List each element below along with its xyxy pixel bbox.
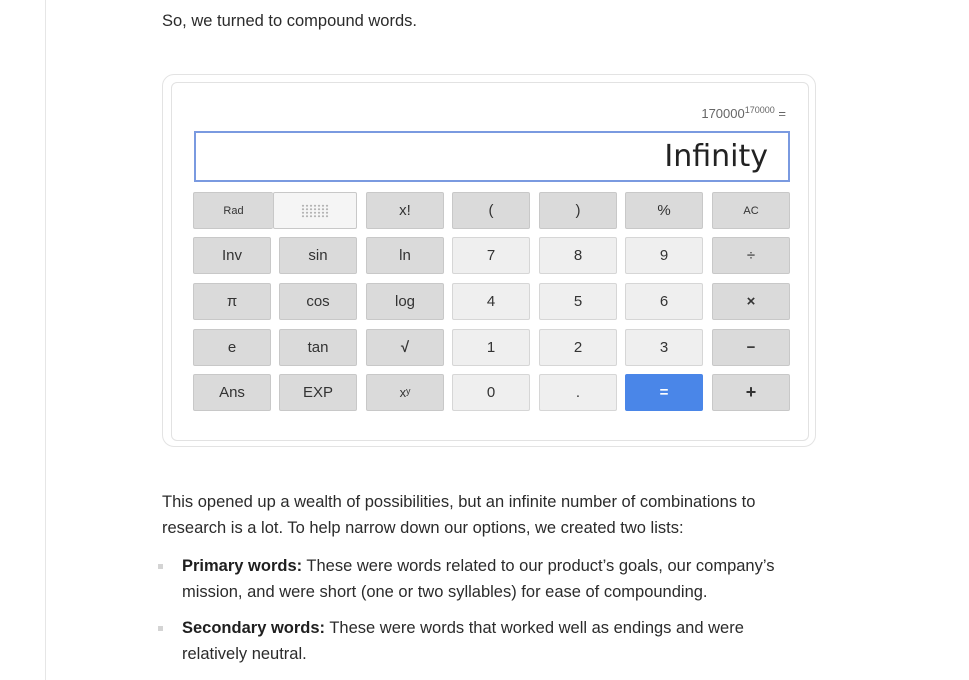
expression-equals: = xyxy=(774,106,786,121)
zero-button[interactable]: 0 xyxy=(452,374,530,411)
list-item: Secondary words: These were words that w… xyxy=(158,615,812,667)
exp-button[interactable]: EXP xyxy=(279,374,357,411)
close-paren-button[interactable]: ) xyxy=(539,192,617,229)
cos-button[interactable]: cos xyxy=(279,283,357,320)
calculator-display[interactable]: Infinity xyxy=(194,131,790,182)
log-button[interactable]: log xyxy=(366,283,444,320)
left-divider xyxy=(45,0,46,680)
expression-exponent: 170000 xyxy=(744,105,775,115)
all-clear-button[interactable]: AC xyxy=(712,192,790,229)
four-button[interactable]: 4 xyxy=(452,283,530,320)
deg-placeholder-icon xyxy=(301,203,329,218)
list-item: Primary words: These were words related … xyxy=(158,553,812,605)
nine-button[interactable]: 9 xyxy=(625,237,703,274)
rad-button[interactable]: Rad xyxy=(193,192,273,229)
deg-button[interactable] xyxy=(273,192,357,229)
article-page: So, we turned to compound words. 1700001… xyxy=(0,0,969,680)
calculator-widget: 170000170000 = Infinity Rad x! ( ) % AC … xyxy=(171,82,809,441)
ans-button[interactable]: Ans xyxy=(193,374,271,411)
factorial-button[interactable]: x! xyxy=(366,192,444,229)
equals-button[interactable]: = xyxy=(625,374,703,411)
plus-button[interactable]: + xyxy=(712,374,790,411)
bullet-icon xyxy=(158,626,163,631)
bullet-icon xyxy=(158,564,163,569)
word-lists: Primary words: These were words related … xyxy=(158,553,812,677)
power-button[interactable]: xʸ xyxy=(366,374,444,411)
one-button[interactable]: 1 xyxy=(452,329,530,366)
e-button[interactable]: e xyxy=(193,329,271,366)
percent-button[interactable]: % xyxy=(625,192,703,229)
sin-button[interactable]: sin xyxy=(279,237,357,274)
two-button[interactable]: 2 xyxy=(539,329,617,366)
minus-button[interactable]: − xyxy=(712,329,790,366)
list-item-term: Primary words: xyxy=(182,557,303,575)
body-paragraph: This opened up a wealth of possibilities… xyxy=(162,493,756,537)
five-button[interactable]: 5 xyxy=(539,283,617,320)
three-button[interactable]: 3 xyxy=(625,329,703,366)
calculator-expression: 170000170000 = xyxy=(701,105,786,121)
seven-button[interactable]: 7 xyxy=(452,237,530,274)
eight-button[interactable]: 8 xyxy=(539,237,617,274)
expression-base: 170000 xyxy=(701,106,745,121)
open-paren-button[interactable]: ( xyxy=(452,192,530,229)
pi-button[interactable]: π xyxy=(193,283,271,320)
ln-button[interactable]: ln xyxy=(366,237,444,274)
calculator-keypad: Rad x! ( ) % AC Inv sin ln 7 8 9 ÷ π cos… xyxy=(193,192,793,412)
sqrt-button[interactable]: √ xyxy=(366,329,444,366)
multiply-button[interactable]: × xyxy=(712,283,790,320)
inv-button[interactable]: Inv xyxy=(193,237,271,274)
decimal-button[interactable]: . xyxy=(539,374,617,411)
list-item-term: Secondary words: xyxy=(182,619,326,637)
six-button[interactable]: 6 xyxy=(625,283,703,320)
divide-button[interactable]: ÷ xyxy=(712,237,790,274)
display-value: Infinity xyxy=(664,139,768,174)
tan-button[interactable]: tan xyxy=(279,329,357,366)
intro-paragraph: So, we turned to compound words. xyxy=(162,12,417,30)
calculator-screenshot-frame: 170000170000 = Infinity Rad x! ( ) % AC … xyxy=(162,74,816,447)
